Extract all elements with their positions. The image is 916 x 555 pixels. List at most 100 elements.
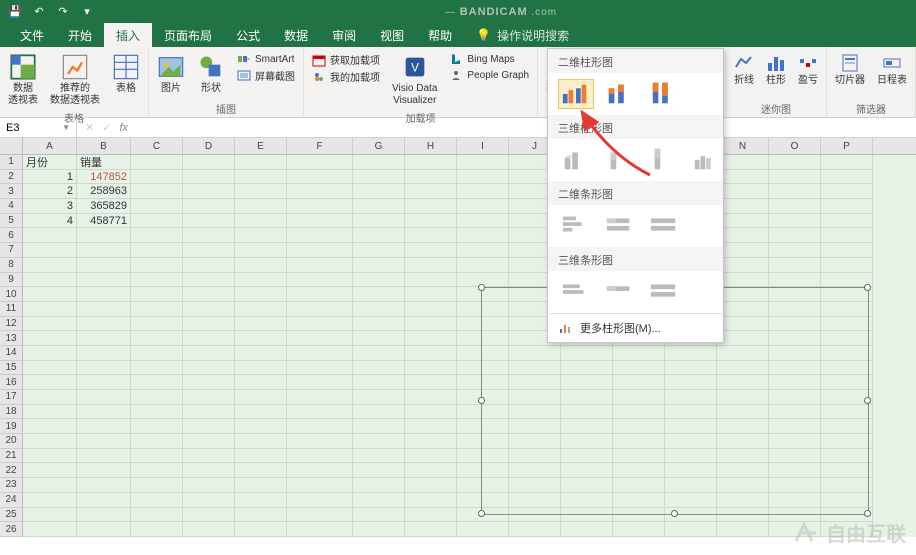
cell-H18[interactable] [405, 405, 457, 420]
cell-O7[interactable] [769, 243, 821, 258]
cell-E6[interactable] [235, 228, 287, 243]
cell-O9[interactable] [769, 273, 821, 288]
tell-me-search[interactable]: 💡 操作说明搜索 [468, 23, 577, 47]
cell-G24[interactable] [353, 493, 405, 508]
cell-B10[interactable] [77, 287, 131, 302]
cell-H9[interactable] [405, 273, 457, 288]
cell-F5[interactable] [287, 214, 353, 229]
cell-P1[interactable] [821, 155, 873, 170]
cell-G16[interactable] [353, 375, 405, 390]
cell-B9[interactable] [77, 273, 131, 288]
row-header-1[interactable]: 1 [0, 155, 23, 170]
cell-D17[interactable] [183, 390, 235, 405]
cell-A25[interactable] [23, 508, 77, 523]
cell-A7[interactable] [23, 243, 77, 258]
cell-F17[interactable] [287, 390, 353, 405]
cell-B8[interactable] [77, 258, 131, 273]
cell-A23[interactable] [23, 478, 77, 493]
cell-E26[interactable] [235, 522, 287, 537]
cell-G12[interactable] [353, 317, 405, 332]
cell-C1[interactable] [131, 155, 183, 170]
row-header-7[interactable]: 7 [0, 243, 23, 258]
cell-F13[interactable] [287, 331, 353, 346]
3d-percent-column-option[interactable] [646, 145, 682, 175]
name-box[interactable]: E3 ▼ [0, 118, 77, 137]
clustered-bar-option[interactable] [558, 211, 594, 241]
cell-F15[interactable] [287, 361, 353, 376]
cell-B18[interactable] [77, 405, 131, 420]
cell-E11[interactable] [235, 302, 287, 317]
recommended-pivot-button[interactable]: 推荐的 数据透视表 [46, 51, 104, 109]
cell-G2[interactable] [353, 170, 405, 185]
cell-H12[interactable] [405, 317, 457, 332]
cell-K26[interactable] [561, 522, 613, 537]
cell-G25[interactable] [353, 508, 405, 523]
cell-D25[interactable] [183, 508, 235, 523]
cell-G22[interactable] [353, 463, 405, 478]
cell-A17[interactable] [23, 390, 77, 405]
cell-J26[interactable] [509, 522, 561, 537]
cell-N3[interactable] [717, 184, 769, 199]
row-header-2[interactable]: 2 [0, 170, 23, 185]
tab-layout[interactable]: 页面布局 [152, 23, 224, 47]
cell-C7[interactable] [131, 243, 183, 258]
cell-P4[interactable] [821, 199, 873, 214]
cell-I26[interactable] [457, 522, 509, 537]
col-header-H[interactable]: H [405, 138, 457, 154]
cell-H8[interactable] [405, 258, 457, 273]
cell-E25[interactable] [235, 508, 287, 523]
cell-D12[interactable] [183, 317, 235, 332]
tab-file[interactable]: 文件 [8, 23, 56, 47]
cell-P8[interactable] [821, 258, 873, 273]
cell-B22[interactable] [77, 463, 131, 478]
cell-C11[interactable] [131, 302, 183, 317]
cell-D10[interactable] [183, 287, 235, 302]
table-button[interactable]: 表格 [108, 51, 144, 97]
row-header-16[interactable]: 16 [0, 375, 23, 390]
worksheet-grid[interactable]: ABCDEFGHIJKLMNOP1月份销量2114785232258963433… [0, 138, 916, 537]
cell-H26[interactable] [405, 522, 457, 537]
cell-A13[interactable] [23, 331, 77, 346]
pivot-table-button[interactable]: 数据 透视表 [4, 51, 42, 109]
cell-P3[interactable] [821, 184, 873, 199]
cell-F19[interactable] [287, 419, 353, 434]
more-column-charts-button[interactable]: 更多柱形图(M)... [548, 313, 723, 342]
cell-B6[interactable] [77, 228, 131, 243]
col-header-D[interactable]: D [183, 138, 235, 154]
cell-L26[interactable] [613, 522, 665, 537]
cell-C3[interactable] [131, 184, 183, 199]
cell-H23[interactable] [405, 478, 457, 493]
cell-G6[interactable] [353, 228, 405, 243]
cell-E19[interactable] [235, 419, 287, 434]
cell-O3[interactable] [769, 184, 821, 199]
cell-D22[interactable] [183, 463, 235, 478]
select-all[interactable] [0, 138, 23, 154]
cell-G20[interactable] [353, 434, 405, 449]
cell-F23[interactable] [287, 478, 353, 493]
cell-F24[interactable] [287, 493, 353, 508]
cell-D3[interactable] [183, 184, 235, 199]
row-header-19[interactable]: 19 [0, 419, 23, 434]
clustered-column-option[interactable] [558, 79, 594, 109]
cell-B16[interactable] [77, 375, 131, 390]
cell-H6[interactable] [405, 228, 457, 243]
cell-A6[interactable] [23, 228, 77, 243]
cell-P5[interactable] [821, 214, 873, 229]
cell-P6[interactable] [821, 228, 873, 243]
slicer-button[interactable]: 切片器 [831, 51, 869, 89]
cell-B3[interactable]: 258963 [77, 184, 131, 199]
cell-D2[interactable] [183, 170, 235, 185]
cell-B2[interactable]: 147852 [77, 170, 131, 185]
cell-A20[interactable] [23, 434, 77, 449]
tab-help[interactable]: 帮助 [416, 23, 464, 47]
col-header-G[interactable]: G [353, 138, 405, 154]
cell-A22[interactable] [23, 463, 77, 478]
cell-B26[interactable] [77, 522, 131, 537]
cell-C19[interactable] [131, 419, 183, 434]
cell-E5[interactable] [235, 214, 287, 229]
cell-C17[interactable] [131, 390, 183, 405]
cell-B5[interactable]: 458771 [77, 214, 131, 229]
cell-D4[interactable] [183, 199, 235, 214]
3d-clustered-bar-option[interactable] [558, 277, 594, 307]
cell-C15[interactable] [131, 361, 183, 376]
